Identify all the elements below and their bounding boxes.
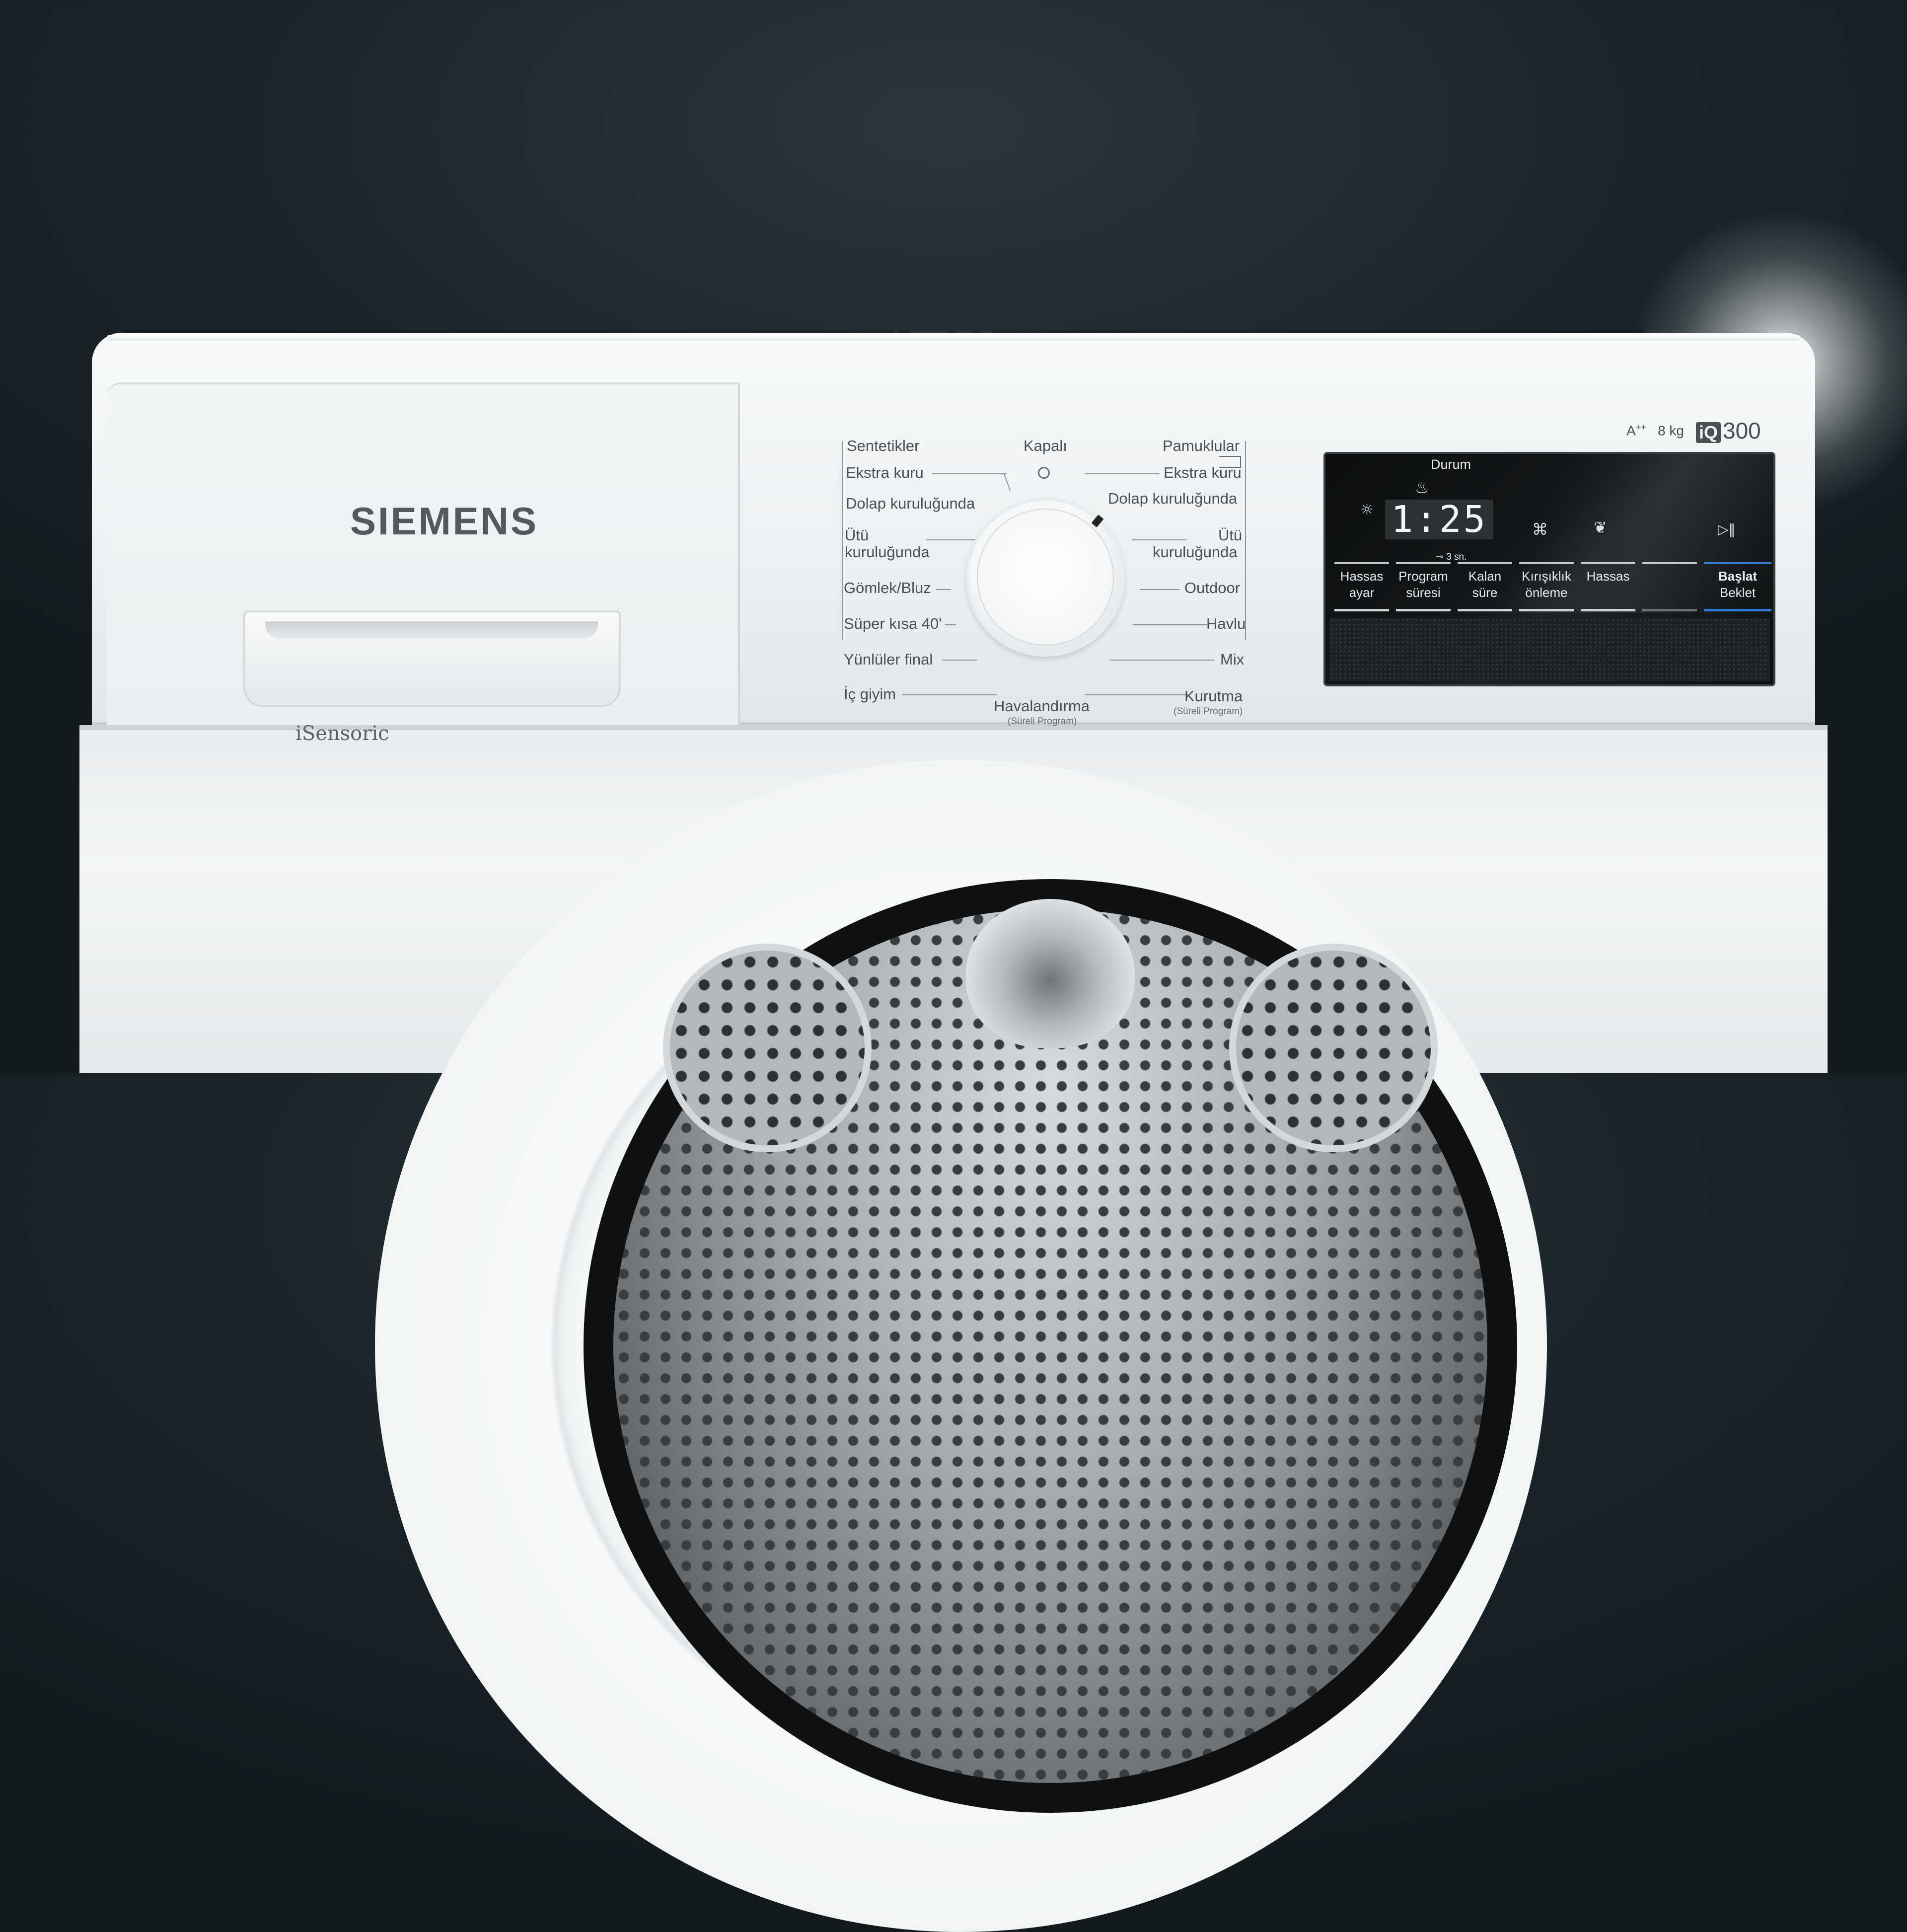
button-separator-active: [1704, 562, 1771, 564]
energy-plus: ++: [1636, 422, 1646, 432]
leader-line: [1133, 624, 1207, 625]
button-label: Kırışıklık: [1522, 569, 1571, 584]
touch-strip: [1581, 609, 1635, 611]
program-left-5: Süper kısa 40': [844, 615, 942, 633]
leader-line: [1110, 660, 1214, 661]
leader-line: [932, 473, 1007, 474]
child-lock-hint: ⊸ 3 sn.: [1436, 551, 1467, 563]
lcd-display: Durum ♨ ☼ 1:25 ⊸ 3 sn. ⌘ ❦ ▷‖ Hassas aya…: [1323, 452, 1775, 686]
program-knob-face: [977, 509, 1114, 646]
off-label: Kapalı: [1024, 437, 1067, 455]
isensoric-label: iSensoric: [295, 722, 389, 745]
display-texture: [1329, 618, 1769, 681]
touch-strip: [1334, 609, 1389, 611]
program-left-0: Sentetikler: [847, 437, 919, 455]
button-label: Başlat: [1718, 569, 1757, 584]
button-label: Hassas: [1587, 569, 1630, 584]
off-indicator-icon: [1038, 467, 1050, 479]
button-label: süresi: [1406, 585, 1440, 600]
leader-line: [1085, 473, 1160, 474]
leader-line: [926, 539, 981, 540]
drawer-handle-grip: [265, 621, 598, 639]
button-separator: [1458, 562, 1512, 564]
drum-paddle-right: [1229, 944, 1438, 1152]
gentle-button[interactable]: Hassas: [1581, 568, 1635, 608]
button-label: Hassas: [1340, 569, 1384, 584]
program-right-2: Dolap kuruluğunda: [1108, 490, 1237, 508]
iq-logo: iQ: [1696, 422, 1721, 443]
series-number: 300: [1723, 418, 1761, 444]
program-left-7: İç giyim: [844, 685, 896, 703]
leader-line: [1004, 474, 1011, 491]
program-left-1: Ekstra kuru: [846, 464, 924, 482]
anti-crease-button[interactable]: Kırışıklık önleme: [1519, 568, 1574, 608]
program-selector: Sentetikler Ekstra kuru Dolap kuruluğund…: [747, 382, 1269, 705]
touch-strip-active: [1704, 609, 1771, 611]
button-label: Program: [1398, 569, 1448, 584]
program-left-3b: kuruluğunda: [845, 543, 930, 561]
display-area: A++ 8 kg iQ300 Durum ♨ ☼ 1:25 ⊸ 3 sn. ⌘ …: [1229, 372, 1785, 720]
panel-top-edge: [107, 335, 1800, 341]
lock-hint-text: 3 sn.: [1446, 552, 1467, 562]
program-ventilation: Havalandırma: [994, 697, 1090, 715]
button-separator: [1519, 562, 1574, 564]
program-left-4: Gömlek/Bluz: [844, 579, 931, 597]
drum-center-paddle: [966, 899, 1135, 1048]
button-separator: [1581, 562, 1635, 564]
start-pause-button[interactable]: Başlat Beklet: [1704, 568, 1771, 608]
knob-pointer: [1092, 515, 1104, 527]
anti-crease-icon: ⌘: [1532, 521, 1548, 537]
status-label: Durum: [1431, 457, 1471, 472]
button-separator: [1396, 562, 1451, 564]
energy-class: A: [1626, 423, 1636, 438]
program-right-3b: kuruluğunda: [1153, 543, 1238, 561]
brand-logo: SIEMENS: [350, 499, 538, 544]
blank-button[interactable]: [1642, 568, 1697, 608]
button-separator: [1642, 562, 1697, 564]
leader-line: [1140, 589, 1179, 590]
touch-strip: [1458, 609, 1512, 611]
play-pause-icon: ▷‖: [1718, 522, 1736, 536]
program-right-0: Pamuklular: [1163, 437, 1240, 455]
touch-strip: [1519, 609, 1574, 611]
leader-line: [936, 589, 951, 590]
touch-strip: [1642, 609, 1697, 611]
program-ventilation-sub: (Süreli Program): [1008, 716, 1077, 727]
leader-line: [1132, 539, 1187, 540]
feather-icon: ❦: [1594, 520, 1607, 535]
energy-rating: A++ 8 kg: [1626, 422, 1684, 439]
program-left-6: Yünlüler final: [844, 651, 933, 669]
program-left-3: Ütü: [845, 526, 869, 544]
button-label: süre: [1472, 585, 1498, 600]
drum-paddle-left: [663, 944, 872, 1152]
button-label: Beklet: [1720, 585, 1756, 600]
button-separator: [1334, 562, 1389, 564]
control-panel: SIEMENS iSensoric Sentetikler Ekstra kur…: [92, 333, 1815, 725]
button-label: Kalan: [1468, 569, 1502, 584]
program-knob[interactable]: [966, 498, 1125, 657]
steam-icon: ♨: [1415, 480, 1429, 496]
drawer-handle[interactable]: [243, 610, 621, 707]
button-label: önleme: [1525, 585, 1567, 600]
program-duration-button[interactable]: Program süresi: [1396, 568, 1451, 608]
leader-line: [945, 624, 956, 625]
fine-tune-button[interactable]: Hassas ayar: [1334, 568, 1389, 608]
left-bracket: [842, 441, 843, 640]
touch-strip: [1396, 609, 1451, 611]
button-label: ayar: [1349, 585, 1375, 600]
series-logo: iQ300: [1696, 417, 1761, 444]
leader-line: [942, 660, 977, 661]
leader-line: [902, 694, 997, 695]
dryer: SIEMENS iSensoric Sentetikler Ekstra kur…: [92, 333, 1815, 1073]
leader-line: [1085, 694, 1189, 695]
water-container-drawer[interactable]: SIEMENS iSensoric: [107, 382, 740, 725]
program-left-2: Dolap kuruluğunda: [846, 495, 975, 513]
capacity-label: 8 kg: [1658, 423, 1684, 438]
remaining-time-button[interactable]: Kalan süre: [1458, 568, 1512, 608]
sun-icon: ☼: [1360, 503, 1374, 518]
time-display: 1:25: [1385, 500, 1493, 539]
